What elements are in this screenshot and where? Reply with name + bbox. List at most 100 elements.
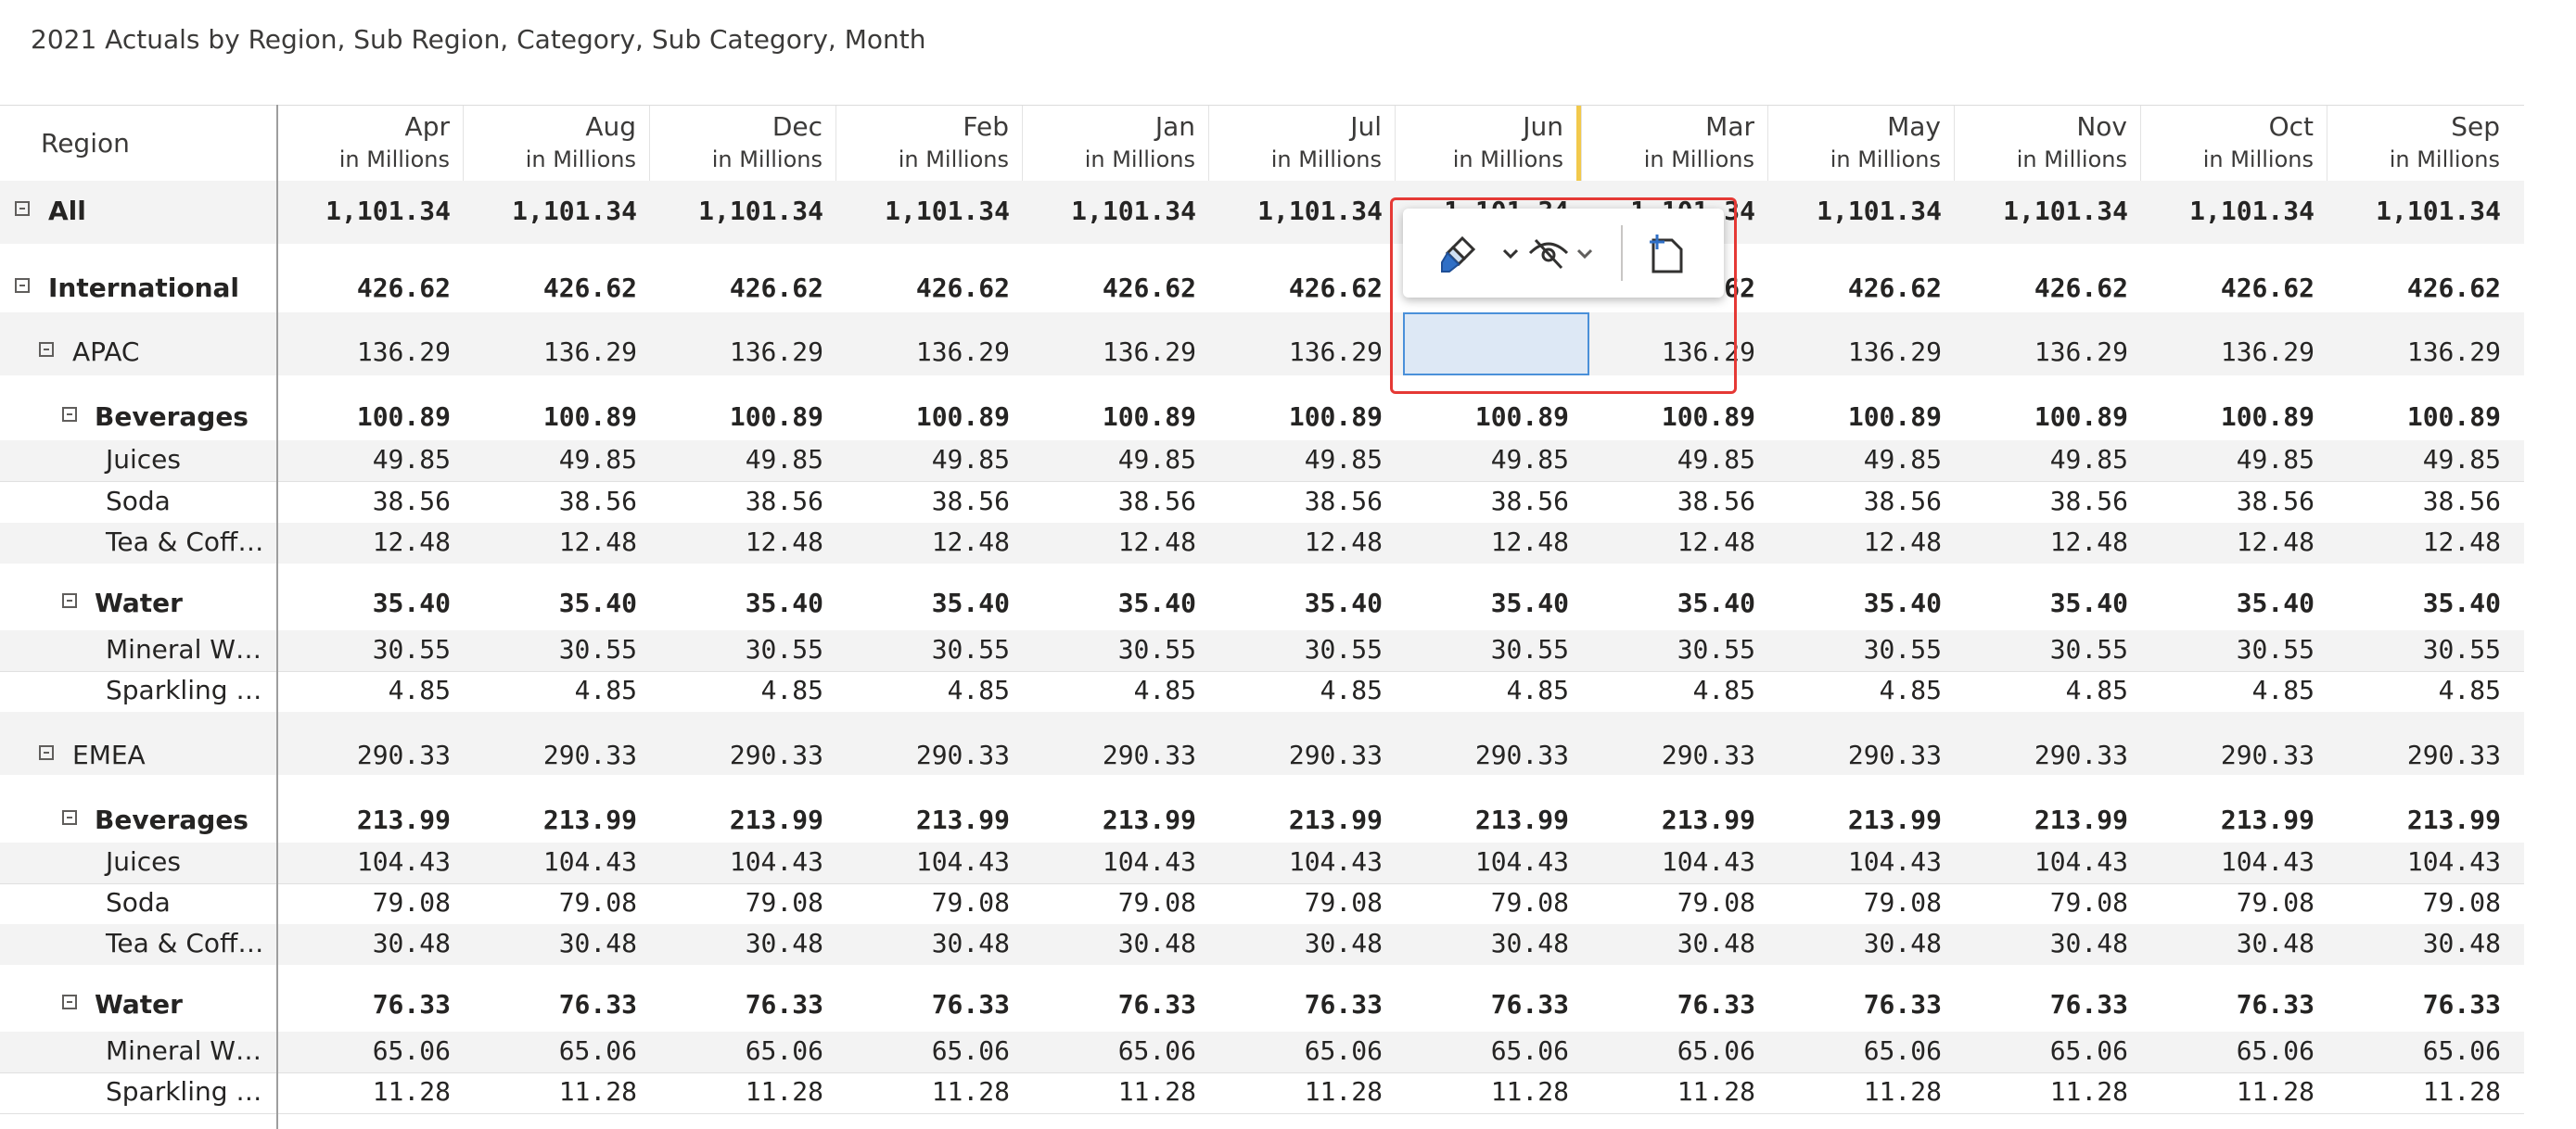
value-cell[interactable]: 49.85 xyxy=(2140,444,2327,475)
value-cell[interactable]: 4.85 xyxy=(1581,675,1768,705)
value-cell[interactable]: 290.33 xyxy=(1954,740,2141,770)
value-cell[interactable]: 213.99 xyxy=(649,805,836,835)
value-cell[interactable]: 79.08 xyxy=(649,887,836,918)
value-cell[interactable]: 213.99 xyxy=(1395,805,1582,835)
value-cell[interactable]: 11.28 xyxy=(2327,1076,2514,1107)
value-cell[interactable]: 12.48 xyxy=(1581,526,1768,557)
value-cell[interactable]: 35.40 xyxy=(1954,588,2141,618)
value-cell[interactable]: 76.33 xyxy=(463,989,650,1020)
value-cell[interactable]: 38.56 xyxy=(1395,486,1582,516)
value-cell[interactable]: 76.33 xyxy=(1581,989,1768,1020)
value-cell[interactable]: 65.06 xyxy=(649,1035,836,1066)
table-row[interactable]: Tea & Coff… 12.48 12.48 12.48 12.48 12.48 12.4… xyxy=(0,523,2524,564)
value-cell[interactable]: 30.48 xyxy=(1022,928,1209,958)
value-cell[interactable]: 30.55 xyxy=(1581,634,1768,665)
table-row[interactable]: Sparkling … 4.85 4.85 4.85 4.85 4.85 4.85 4.85 4… xyxy=(0,671,2524,712)
value-cell[interactable]: 213.99 xyxy=(1767,805,1955,835)
value-cell[interactable]: 290.33 xyxy=(1022,740,1209,770)
value-cell[interactable]: 1,101.34 xyxy=(835,196,1023,226)
column-header-dec[interactable]: Dec in Millions xyxy=(649,106,835,182)
table-row[interactable]: Juices 49.85 49.85 49.85 49.85 49.85 49.85 49.8… xyxy=(0,440,2524,482)
value-cell[interactable]: 65.06 xyxy=(1581,1035,1768,1066)
value-cell[interactable]: 136.29 xyxy=(1208,336,1396,367)
column-header-apr[interactable]: Apr in Millions xyxy=(276,106,463,182)
value-cell[interactable]: 104.43 xyxy=(2140,846,2327,877)
value-cell[interactable]: 426.62 xyxy=(2140,273,2327,303)
value-cell[interactable]: 136.29 xyxy=(2140,336,2327,367)
value-cell[interactable]: 11.28 xyxy=(1954,1076,2141,1107)
value-cell[interactable]: 35.40 xyxy=(1767,588,1955,618)
value-cell[interactable]: 4.85 xyxy=(649,675,836,705)
value-cell[interactable]: 100.89 xyxy=(1208,401,1396,432)
paintbrush-icon[interactable] xyxy=(1440,235,1477,275)
value-cell[interactable]: 79.08 xyxy=(1581,887,1768,918)
collapse-icon[interactable] xyxy=(15,201,30,216)
value-cell[interactable]: 35.40 xyxy=(2327,588,2514,618)
value-cell[interactable]: 38.56 xyxy=(1022,486,1209,516)
value-cell[interactable]: 30.48 xyxy=(1208,928,1396,958)
collapse-icon[interactable] xyxy=(62,593,77,608)
value-cell[interactable]: 35.40 xyxy=(1022,588,1209,618)
value-cell[interactable]: 290.33 xyxy=(1767,740,1955,770)
value-cell[interactable]: 104.43 xyxy=(276,846,464,877)
value-cell[interactable]: 30.55 xyxy=(835,634,1023,665)
value-cell[interactable]: 100.89 xyxy=(2327,401,2514,432)
value-cell[interactable]: 426.62 xyxy=(276,273,464,303)
value-cell[interactable]: 213.99 xyxy=(835,805,1023,835)
value-cell[interactable]: 49.85 xyxy=(1208,444,1396,475)
table-row[interactable]: International 426.62 426.62 426.62 426.62 426… xyxy=(0,248,2524,311)
value-cell[interactable]: 65.06 xyxy=(2140,1035,2327,1066)
value-cell[interactable]: 11.28 xyxy=(1767,1076,1955,1107)
value-cell[interactable]: 65.06 xyxy=(1767,1035,1955,1066)
value-cell[interactable]: 76.33 xyxy=(1208,989,1396,1020)
value-cell[interactable]: 30.48 xyxy=(276,928,464,958)
value-cell[interactable]: 136.29 xyxy=(2327,336,2514,367)
table-row[interactable]: Beverages 100.89 100.89 100.89 100.89 100.89 1… xyxy=(0,375,2524,432)
value-cell[interactable]: 100.89 xyxy=(1022,401,1209,432)
value-cell[interactable]: 4.85 xyxy=(1395,675,1582,705)
value-cell[interactable]: 38.56 xyxy=(649,486,836,516)
table-row[interactable]: Soda 38.56 38.56 38.56 38.56 38.56 38.56 38.56 3… xyxy=(0,482,2524,524)
value-cell[interactable]: 30.55 xyxy=(1022,634,1209,665)
value-cell[interactable]: 76.33 xyxy=(649,989,836,1020)
value-cell[interactable]: 213.99 xyxy=(276,805,464,835)
value-cell[interactable]: 65.06 xyxy=(1954,1035,2141,1066)
value-cell[interactable]: 100.89 xyxy=(1954,401,2141,432)
value-cell[interactable]: 426.62 xyxy=(835,273,1023,303)
value-cell[interactable]: 290.33 xyxy=(2140,740,2327,770)
value-cell[interactable]: 426.62 xyxy=(1208,273,1396,303)
value-cell[interactable]: 104.43 xyxy=(1767,846,1955,877)
value-cell[interactable]: 1,101.34 xyxy=(2140,196,2327,226)
value-cell[interactable]: 213.99 xyxy=(1581,805,1768,835)
value-cell[interactable]: 4.85 xyxy=(1022,675,1209,705)
table-row[interactable]: Mineral W… 65.06 65.06 65.06 65.06 65.06 65.06… xyxy=(0,1032,2524,1073)
value-cell[interactable]: 38.56 xyxy=(1767,486,1955,516)
table-row[interactable]: Soda 79.08 79.08 79.08 79.08 79.08 79.08 79.08 7… xyxy=(0,883,2524,925)
value-cell[interactable]: 426.62 xyxy=(649,273,836,303)
value-cell[interactable]: 49.85 xyxy=(276,444,464,475)
value-cell[interactable]: 30.48 xyxy=(1954,928,2141,958)
value-cell[interactable]: 79.08 xyxy=(835,887,1023,918)
column-header-jul[interactable]: Jul in Millions xyxy=(1208,106,1395,182)
value-cell[interactable]: 35.40 xyxy=(835,588,1023,618)
value-cell[interactable]: 12.48 xyxy=(463,526,650,557)
value-cell[interactable]: 426.62 xyxy=(1954,273,2141,303)
column-header-nov[interactable]: Nov in Millions xyxy=(1954,106,2140,182)
collapse-icon[interactable] xyxy=(62,407,77,422)
value-cell[interactable]: 104.43 xyxy=(1581,846,1768,877)
value-cell[interactable]: 4.85 xyxy=(2327,675,2514,705)
eye-hidden-icon[interactable] xyxy=(1528,236,1569,270)
value-cell[interactable]: 12.48 xyxy=(835,526,1023,557)
table-row[interactable]: EMEA 290.33 290.33 290.33 290.33 290.33 290.33… xyxy=(0,712,2524,775)
value-cell[interactable]: 30.55 xyxy=(1395,634,1582,665)
column-header-aug[interactable]: Aug in Millions xyxy=(463,106,649,182)
value-cell[interactable]: 12.48 xyxy=(1022,526,1209,557)
column-header-jan[interactable]: Jan in Millions xyxy=(1022,106,1208,182)
value-cell[interactable]: 38.56 xyxy=(1208,486,1396,516)
region-column-header[interactable]: Region xyxy=(41,128,130,159)
value-cell[interactable]: 35.40 xyxy=(1208,588,1396,618)
value-cell[interactable]: 136.29 xyxy=(1022,336,1209,367)
value-cell[interactable]: 4.85 xyxy=(463,675,650,705)
value-cell[interactable]: 213.99 xyxy=(463,805,650,835)
table-row[interactable]: Sparkling … 11.28 11.28 11.28 11.28 11.28 11.2… xyxy=(0,1072,2524,1114)
